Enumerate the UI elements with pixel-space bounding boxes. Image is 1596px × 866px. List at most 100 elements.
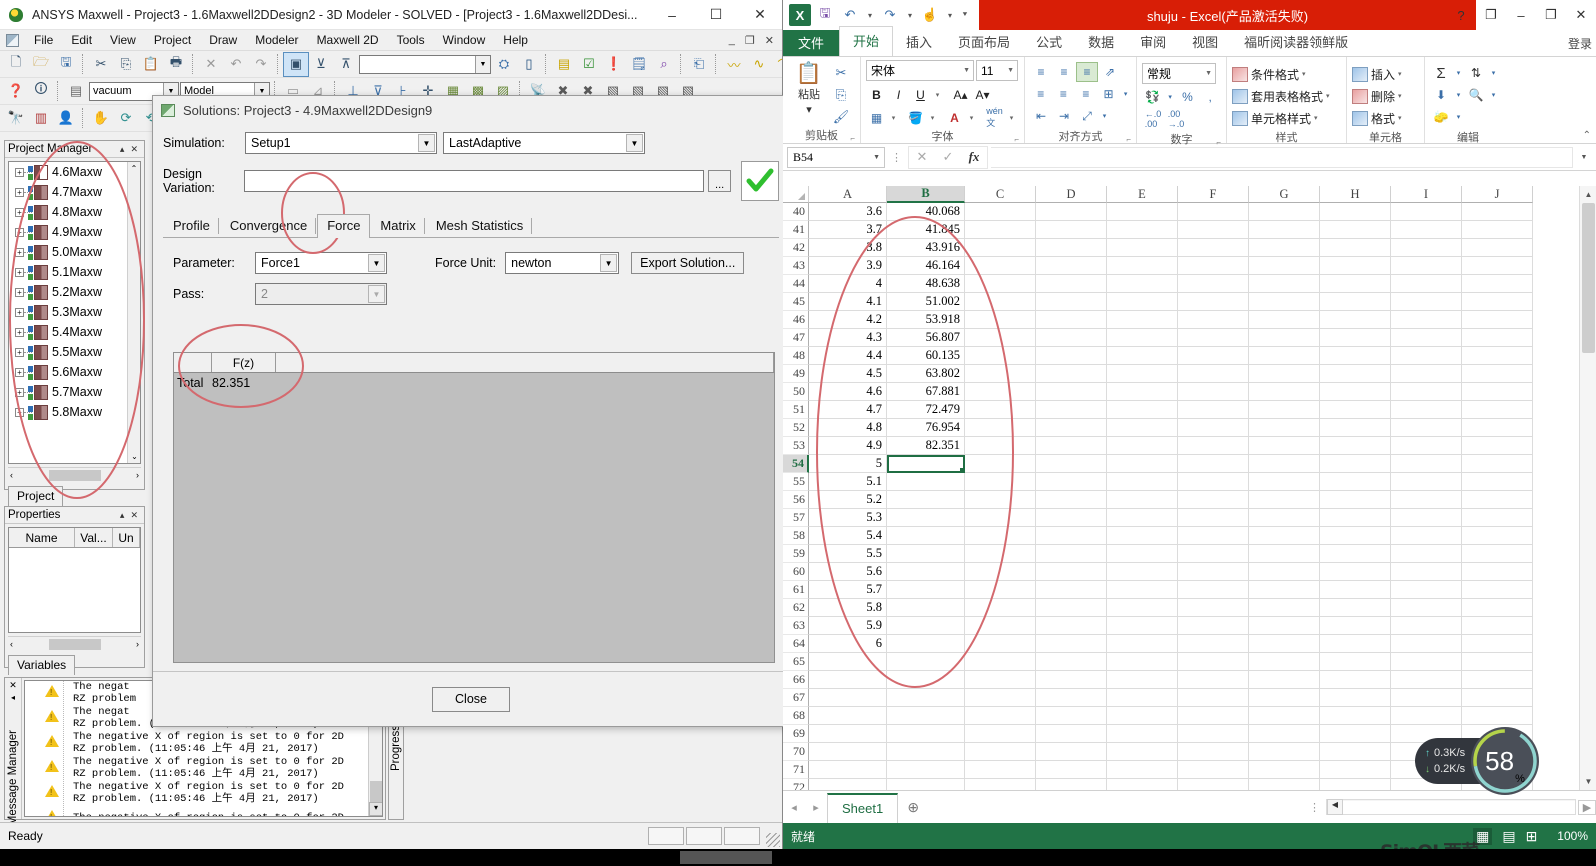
name-box[interactable]: B54 ▼	[787, 146, 885, 168]
chevron-down-icon[interactable]: ▼	[963, 67, 973, 74]
formula-input[interactable]	[991, 146, 1573, 168]
grid-cell[interactable]	[1036, 365, 1107, 383]
column-header-b[interactable]: B	[887, 186, 965, 203]
grid-cell[interactable]	[809, 653, 887, 671]
row-header[interactable]: 51	[783, 401, 809, 419]
grid-cell[interactable]	[887, 761, 965, 779]
grid-cell[interactable]: 5.5	[809, 545, 887, 563]
grid-cell[interactable]	[965, 563, 1036, 581]
row-header[interactable]: 58	[783, 527, 809, 545]
draw-line-icon[interactable]: 〰	[722, 53, 746, 76]
grid-cell[interactable]	[1036, 689, 1107, 707]
grid-cell[interactable]	[1391, 203, 1462, 221]
grid-cell[interactable]: 4.1	[809, 293, 887, 311]
grid-cell[interactable]	[1036, 419, 1107, 437]
collapse-icon[interactable]: ◂	[11, 693, 15, 702]
grid-cell[interactable]	[1391, 545, 1462, 563]
chevron-down-icon[interactable]: ▾	[932, 84, 943, 105]
insert-function-icon[interactable]: fx	[961, 147, 987, 168]
force-unit-combo[interactable]: newton ▼	[505, 252, 620, 274]
analyze-icon[interactable]: ☑	[577, 53, 601, 76]
grid-cell[interactable]	[1462, 293, 1533, 311]
message-row[interactable]: The negative X of region is set to 0 for…	[25, 806, 382, 816]
project-tree-item[interactable]: +5.2Maxw	[9, 282, 140, 302]
grid-cell[interactable]	[1462, 581, 1533, 599]
grid-cell[interactable]	[965, 527, 1036, 545]
grid-cell[interactable]	[1107, 761, 1178, 779]
collapse-ribbon-icon[interactable]: ⌃	[1583, 130, 1591, 141]
save-icon[interactable]: 🖫	[814, 4, 836, 26]
dialog-launcher-icon[interactable]: ⌐	[850, 134, 855, 143]
grid-cell[interactable]	[1462, 239, 1533, 257]
grid-cell[interactable]	[1249, 401, 1320, 419]
grid-cell[interactable]: 40.068	[887, 203, 965, 221]
scroll-thumb[interactable]	[1582, 203, 1595, 353]
maximize-icon[interactable]: ☐	[694, 0, 738, 29]
grid-cell[interactable]	[1391, 275, 1462, 293]
chevron-down-icon[interactable]: ▾	[1488, 85, 1499, 105]
grid-cell[interactable]	[887, 779, 965, 790]
grid-cell[interactable]	[1462, 635, 1533, 653]
grid-cell[interactable]	[1178, 671, 1249, 689]
grid-cell[interactable]: 41.845	[887, 221, 965, 239]
grid-cell[interactable]	[1107, 491, 1178, 509]
grid-cell[interactable]	[1320, 383, 1391, 401]
tab-page-layout[interactable]: 页面布局	[945, 28, 1023, 56]
grid-cell[interactable]	[1178, 257, 1249, 275]
customize-qat-icon[interactable]: ⯆	[959, 4, 971, 26]
select-object-icon[interactable]: ▣	[283, 51, 309, 77]
grid-cell[interactable]	[1249, 563, 1320, 581]
project-tree-item[interactable]: +4.7Maxw	[9, 182, 140, 202]
select-face-icon[interactable]: ⊻	[309, 53, 333, 76]
grid-cell[interactable]	[965, 203, 1036, 221]
grid-cell[interactable]	[1320, 347, 1391, 365]
grid-cell[interactable]	[1462, 347, 1533, 365]
sheet-tab-splitter[interactable]: ⋮	[1309, 801, 1326, 814]
tree-vertical-scrollbar[interactable]: ⌃ ⌄	[127, 162, 140, 463]
row-header[interactable]: 60	[783, 563, 809, 581]
grid-cell[interactable]	[1036, 437, 1107, 455]
grid-cell[interactable]	[1320, 545, 1391, 563]
grid-cell[interactable]	[1249, 527, 1320, 545]
grid-cell[interactable]	[1320, 563, 1391, 581]
grid-cell[interactable]: 5.6	[809, 563, 887, 581]
grid-cell[interactable]	[1178, 419, 1249, 437]
grid-cell[interactable]: 6	[809, 635, 887, 653]
grid-cell[interactable]	[887, 653, 965, 671]
grid-cell[interactable]	[1036, 455, 1107, 473]
tree-horizontal-scrollbar[interactable]: ‹ ›	[8, 467, 141, 482]
align-top-icon[interactable]: ≡	[1030, 62, 1052, 82]
grid-cell[interactable]	[1036, 743, 1107, 761]
confirm-entry-icon[interactable]: ✓	[935, 147, 961, 168]
fill-icon[interactable]: ⬇	[1430, 85, 1452, 105]
scroll-down-icon[interactable]: ⌄	[128, 450, 140, 463]
grid-cell[interactable]	[1320, 293, 1391, 311]
chevron-down-icon[interactable]: ▾	[1314, 114, 1318, 122]
grid-cell[interactable]: 82.351	[887, 437, 965, 455]
grid-cell[interactable]	[1462, 689, 1533, 707]
grid-cell[interactable]: 43.916	[887, 239, 965, 257]
grid-cell[interactable]	[1249, 347, 1320, 365]
grid-cell[interactable]	[1107, 203, 1178, 221]
print-icon[interactable]: 🖶	[164, 53, 188, 76]
grid-cell[interactable]	[1391, 473, 1462, 491]
grid-cell[interactable]	[1036, 329, 1107, 347]
row-header[interactable]: 50	[783, 383, 809, 401]
grid-cell[interactable]	[1249, 545, 1320, 563]
grid-cell[interactable]	[1462, 419, 1533, 437]
help-icon[interactable]: ?	[1446, 0, 1476, 30]
grid-cell[interactable]	[1249, 419, 1320, 437]
toolbar-empty-combo[interactable]: ▼	[359, 54, 491, 74]
grid-cell[interactable]	[1320, 599, 1391, 617]
grid-cell[interactable]	[1107, 707, 1178, 725]
help-pointer-icon[interactable]: 🛈	[29, 80, 53, 103]
grid-cell[interactable]	[1107, 311, 1178, 329]
help-context-icon[interactable]: ❓	[4, 80, 28, 103]
decrease-decimal-icon[interactable]: .00 →.0	[1165, 109, 1187, 129]
menu-file[interactable]: File	[25, 31, 62, 49]
grid-cell[interactable]	[1107, 653, 1178, 671]
grid-cell[interactable]	[965, 401, 1036, 419]
expand-icon[interactable]: +	[15, 407, 24, 417]
sort-filter-icon[interactable]: ⇅	[1465, 63, 1487, 83]
project-tree[interactable]: +4.6Maxw +4.7Maxw +4.8Maxw +4.9Maxw +5.0Maxw…	[8, 161, 141, 464]
